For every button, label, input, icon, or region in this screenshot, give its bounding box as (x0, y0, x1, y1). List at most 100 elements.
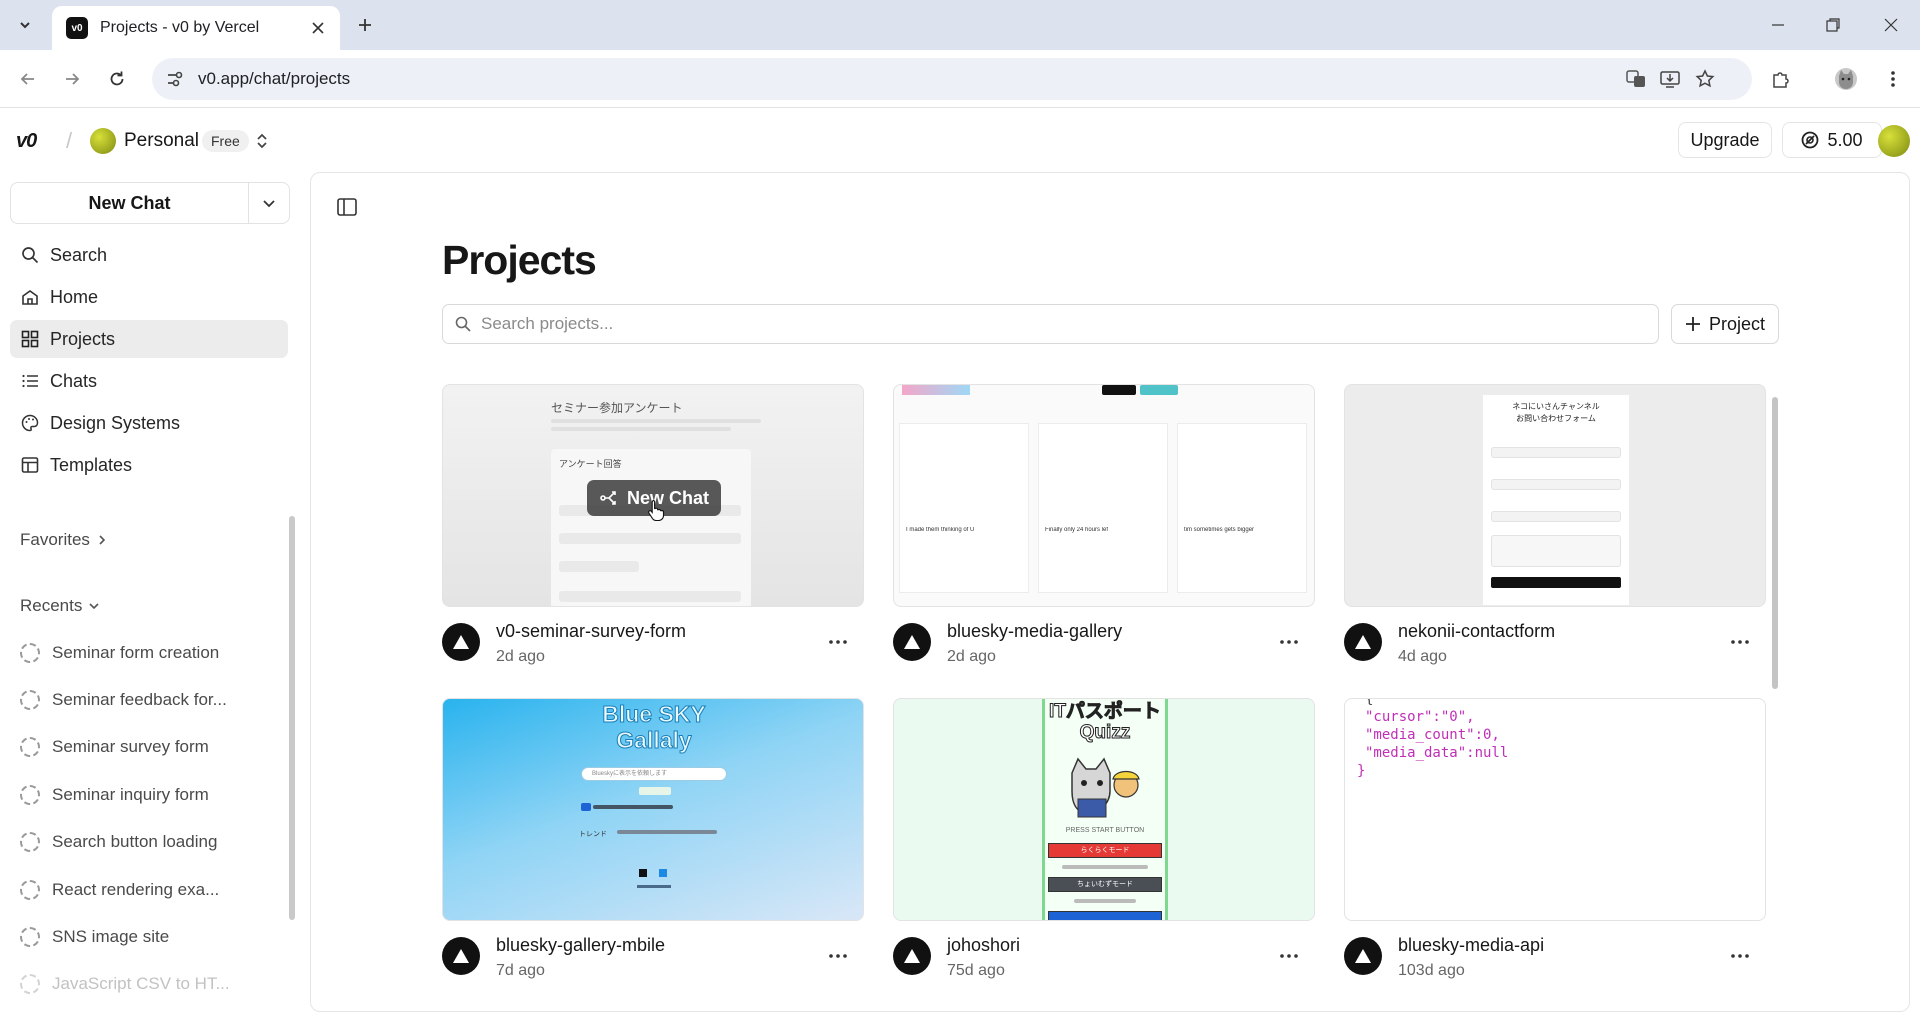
puzzle-icon (1773, 72, 1789, 88)
sidebar-scrollbar-thumb[interactable] (289, 516, 295, 920)
browser-menu-button[interactable] (1878, 64, 1908, 94)
project-name[interactable]: bluesky-gallery-mbile (496, 935, 665, 956)
recent-chat-label: Seminar form creation (52, 643, 220, 662)
credits-icon (1802, 131, 1819, 149)
v0-favicon-icon: v0 (66, 17, 88, 39)
recent-chat-item[interactable]: JavaScript CSV to HT... (20, 969, 282, 999)
minimize-icon (1772, 24, 1784, 26)
upgrade-button[interactable]: Upgrade (1678, 122, 1772, 158)
translate-icon[interactable] (1623, 66, 1649, 92)
reload-button[interactable] (102, 64, 132, 94)
install-app-icon[interactable] (1657, 66, 1683, 92)
main-scrollbar-thumb[interactable] (1772, 397, 1778, 689)
project-name[interactable]: bluesky-media-gallery (947, 621, 1122, 642)
recent-chat-item[interactable]: Seminar survey form (20, 732, 282, 762)
project-more-button[interactable] (1726, 632, 1754, 652)
tab-close-button[interactable] (308, 18, 328, 38)
workspace-switcher-button[interactable] (252, 129, 272, 153)
favorites-label: Favorites (20, 530, 90, 549)
bookmark-star-icon[interactable] (1692, 66, 1718, 92)
chat-status-icon (20, 785, 40, 805)
thumb-heading: お問い合わせフォーム (1516, 414, 1596, 423)
new-chat-button[interactable]: New Chat (11, 183, 249, 223)
project-name[interactable]: johoshori (947, 935, 1020, 956)
tab-search-button[interactable] (12, 12, 38, 38)
address-bar[interactable]: v0.app/chat/projects (152, 58, 1752, 100)
recent-chat-item[interactable]: Seminar inquiry form (20, 780, 282, 810)
v0-logo[interactable]: v0 (16, 130, 37, 153)
sidebar-toggle-button[interactable] (333, 193, 361, 221)
project-thumbnail[interactable]: { "cursor":"0", "media_count":0, "media_… (1344, 698, 1766, 921)
vercel-avatar-icon (1344, 623, 1382, 661)
new-project-button[interactable]: Project (1671, 304, 1779, 344)
templates-icon (20, 455, 40, 475)
sidebar-item-templates[interactable]: Templates (10, 446, 288, 484)
chat-status-icon (20, 690, 40, 710)
sidebar-item-label: Chats (50, 370, 98, 391)
project-more-button[interactable] (824, 632, 852, 652)
sidebar-item-label: Projects (50, 328, 116, 349)
home-icon (20, 287, 40, 307)
project-thumbnail[interactable]: ネコにいさんチャンネル お問い合わせフォーム (1344, 384, 1766, 607)
minimize-button[interactable] (1763, 10, 1793, 40)
forward-button[interactable] (57, 64, 87, 94)
back-button[interactable] (13, 64, 43, 94)
recent-chat-label: SNS image site (52, 927, 170, 946)
recent-chat-item[interactable]: React rendering exa... (20, 875, 282, 905)
extensions-button[interactable] (1766, 64, 1796, 94)
more-horizontal-icon (1731, 954, 1749, 958)
chevron-down-icon (20, 22, 30, 29)
thumb-title: ITパスポート Quizz (1049, 701, 1162, 744)
profile-avatar-button[interactable] (1831, 64, 1861, 94)
new-chat-dropdown-button[interactable] (249, 183, 289, 223)
chat-status-icon (20, 832, 40, 852)
project-more-button[interactable] (1726, 946, 1754, 966)
thumb-caption: Finally only 24 hours lef (1045, 527, 1109, 533)
arrow-left-icon (20, 73, 34, 85)
workspace-name[interactable]: Personal (124, 130, 199, 152)
url-text: v0.app/chat/projects (198, 69, 351, 88)
project-updated: 7d ago (496, 962, 545, 979)
restore-button[interactable] (1818, 10, 1848, 40)
new-tab-button[interactable] (352, 12, 378, 38)
project-more-button[interactable] (1275, 632, 1303, 652)
project-thumbnail[interactable]: Blue SKY Gallaly Blueskyに表示を依頼します トレンド (442, 698, 864, 921)
project-name[interactable]: nekonii-contactform (1398, 621, 1555, 642)
project-updated: 2d ago (947, 648, 996, 665)
project-name[interactable]: v0-seminar-survey-form (496, 621, 686, 642)
more-horizontal-icon (1731, 640, 1749, 644)
project-thumbnail[interactable]: I made them thinking of U Finally only 2… (893, 384, 1315, 607)
favorites-section-toggle[interactable]: Favorites (20, 530, 108, 550)
close-icon (1884, 18, 1898, 32)
sidebar-item-projects[interactable]: Projects (10, 320, 288, 358)
user-avatar[interactable] (1878, 125, 1910, 157)
recent-chat-item[interactable]: Seminar feedback for... (20, 685, 282, 715)
project-thumbnail[interactable]: セミナー参加アンケート アンケート回答 New Chat (442, 384, 864, 607)
recent-chat-item[interactable]: Search button loading (20, 827, 282, 857)
recents-section-toggle[interactable]: Recents (20, 596, 100, 616)
browser-tab-active[interactable]: v0 Projects - v0 by Vercel (52, 6, 340, 50)
sidebar-item-search[interactable]: Search (10, 236, 288, 274)
project-thumbnail[interactable]: ITパスポート Quizz PRESS START BUTTON らくらくモード… (893, 698, 1315, 921)
fork-icon (600, 491, 616, 505)
recent-chat-item[interactable]: Seminar form creation (20, 638, 282, 668)
chevron-right-icon (99, 535, 106, 545)
app-header: v0 / Personal Free Upgrade 5.00 (0, 108, 1920, 172)
thumb-trend-label: トレンド (579, 831, 607, 838)
thumb-title: Blue SKY Gallaly (602, 701, 707, 754)
close-window-button[interactable] (1876, 10, 1906, 40)
chat-status-icon (20, 927, 40, 947)
search-input[interactable] (481, 314, 1631, 334)
chats-list-icon (20, 371, 40, 391)
project-more-button[interactable] (824, 946, 852, 966)
sidebar-item-home[interactable]: Home (10, 278, 288, 316)
sidebar-item-chats[interactable]: Chats (10, 362, 288, 400)
chat-status-icon (20, 737, 40, 757)
project-name[interactable]: bluesky-media-api (1398, 935, 1544, 956)
credits-button[interactable]: 5.00 (1782, 122, 1882, 158)
sidebar-item-label: Search (50, 244, 108, 265)
recent-chat-item[interactable]: SNS image site (20, 922, 282, 952)
project-more-button[interactable] (1275, 946, 1303, 966)
sidebar-item-design-systems[interactable]: Design Systems (10, 404, 288, 442)
workspace-avatar[interactable] (90, 128, 116, 154)
